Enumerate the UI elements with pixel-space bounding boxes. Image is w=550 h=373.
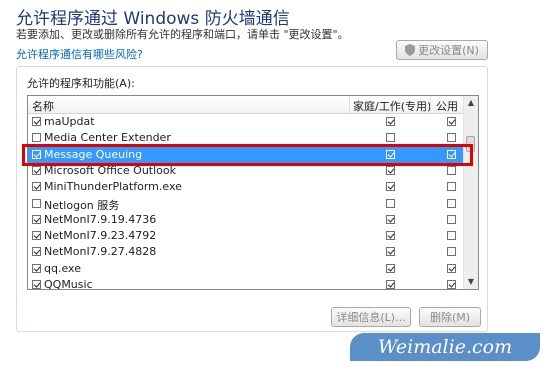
list-row[interactable]: qq.exe bbox=[28, 261, 465, 277]
program-enabled-checkbox[interactable] bbox=[32, 280, 41, 289]
program-enabled-checkbox[interactable] bbox=[32, 182, 41, 192]
program-enabled-checkbox[interactable] bbox=[32, 231, 41, 241]
scroll-down-arrow-icon[interactable]: ▼ bbox=[464, 275, 478, 289]
program-enabled-checkbox[interactable] bbox=[32, 263, 41, 273]
home-work-checkbox[interactable] bbox=[386, 231, 395, 241]
details-button[interactable]: 详细信息(L)... bbox=[331, 307, 411, 327]
program-name: maUpdat bbox=[44, 115, 95, 128]
change-settings-button[interactable]: 更改设置(N) bbox=[396, 40, 488, 60]
dialog-description: 若要添加、更改或删除所有允许的程序和端口，请单击 "更改设置"。 bbox=[16, 28, 349, 41]
allowed-programs-group: 允许的程序和功能(A): 名称 家庭/工作(专用) 公用 maUpdat Medi… bbox=[16, 66, 488, 332]
program-name: qq.exe bbox=[44, 261, 81, 275]
column-header-public[interactable]: 公用 bbox=[436, 98, 458, 114]
program-enabled-checkbox[interactable] bbox=[32, 247, 41, 257]
risk-info-link[interactable]: 允许程序通信有哪些风险? bbox=[16, 46, 143, 62]
home-work-checkbox[interactable] bbox=[386, 182, 395, 192]
list-row[interactable]: NetMonI7.9.19.4736 bbox=[28, 212, 465, 228]
home-work-checkbox[interactable] bbox=[386, 133, 395, 143]
delete-button[interactable]: 删除(M) bbox=[419, 307, 481, 327]
program-enabled-checkbox[interactable] bbox=[32, 133, 41, 143]
program-enabled-checkbox[interactable] bbox=[32, 214, 41, 224]
public-checkbox[interactable] bbox=[447, 165, 456, 175]
program-name: NetMonI7.9.27.4828 bbox=[44, 245, 157, 259]
public-checkbox[interactable] bbox=[447, 263, 456, 273]
home-work-checkbox[interactable] bbox=[386, 165, 395, 175]
list-row[interactable]: NetMonI7.9.23.4792 bbox=[28, 228, 465, 244]
public-checkbox[interactable] bbox=[447, 117, 456, 126]
scroll-up-arrow-icon[interactable]: ▲ bbox=[464, 96, 478, 110]
column-header-home[interactable]: 家庭/工作(专用) bbox=[353, 98, 431, 114]
program-enabled-checkbox[interactable] bbox=[32, 165, 41, 175]
list-row[interactable]: maUpdat bbox=[28, 114, 465, 130]
list-header: 名称 家庭/工作(专用) 公用 bbox=[28, 96, 465, 114]
uac-shield-icon bbox=[405, 44, 416, 56]
list-row[interactable]: QQMusic bbox=[28, 277, 465, 290]
program-name: Netlogon 服务 bbox=[44, 198, 120, 212]
column-header-name[interactable]: 名称 bbox=[32, 98, 54, 114]
home-work-checkbox[interactable] bbox=[386, 247, 395, 257]
home-work-checkbox[interactable] bbox=[386, 214, 395, 224]
list-row[interactable]: NetMonI7.9.27.4828 bbox=[28, 244, 465, 260]
list-row[interactable]: MiniThunderPlatform.exe bbox=[28, 179, 465, 195]
program-name: NetMonI7.9.19.4736 bbox=[44, 212, 157, 226]
list-scrollbar[interactable]: ▲ ▼ bbox=[463, 96, 478, 289]
program-name: QQMusic bbox=[44, 278, 93, 290]
home-work-checkbox[interactable] bbox=[386, 280, 395, 289]
public-checkbox[interactable] bbox=[447, 182, 456, 192]
change-settings-label: 更改设置(N) bbox=[418, 44, 479, 57]
list-row[interactable]: Netlogon 服务 bbox=[28, 196, 465, 212]
programs-list[interactable]: 名称 家庭/工作(专用) 公用 maUpdat Media Center Exte… bbox=[27, 95, 479, 290]
public-checkbox[interactable] bbox=[447, 133, 456, 143]
public-checkbox[interactable] bbox=[447, 214, 456, 224]
public-checkbox[interactable] bbox=[447, 231, 456, 241]
watermark: Weimalie.com bbox=[350, 333, 540, 361]
home-work-checkbox[interactable] bbox=[386, 117, 395, 126]
program-enabled-checkbox[interactable] bbox=[32, 117, 41, 126]
allowed-programs-label: 允许的程序和功能(A): bbox=[27, 77, 135, 90]
highlight-box bbox=[22, 144, 473, 166]
program-name: NetMonI7.9.23.4792 bbox=[44, 229, 157, 243]
home-work-checkbox[interactable] bbox=[386, 263, 395, 273]
public-checkbox[interactable] bbox=[447, 280, 456, 289]
public-checkbox[interactable] bbox=[447, 198, 456, 208]
program-name: MiniThunderPlatform.exe bbox=[44, 180, 182, 194]
program-enabled-checkbox[interactable] bbox=[32, 198, 41, 208]
public-checkbox[interactable] bbox=[447, 247, 456, 257]
program-name: Media Center Extender bbox=[44, 131, 171, 145]
home-work-checkbox[interactable] bbox=[386, 198, 395, 208]
